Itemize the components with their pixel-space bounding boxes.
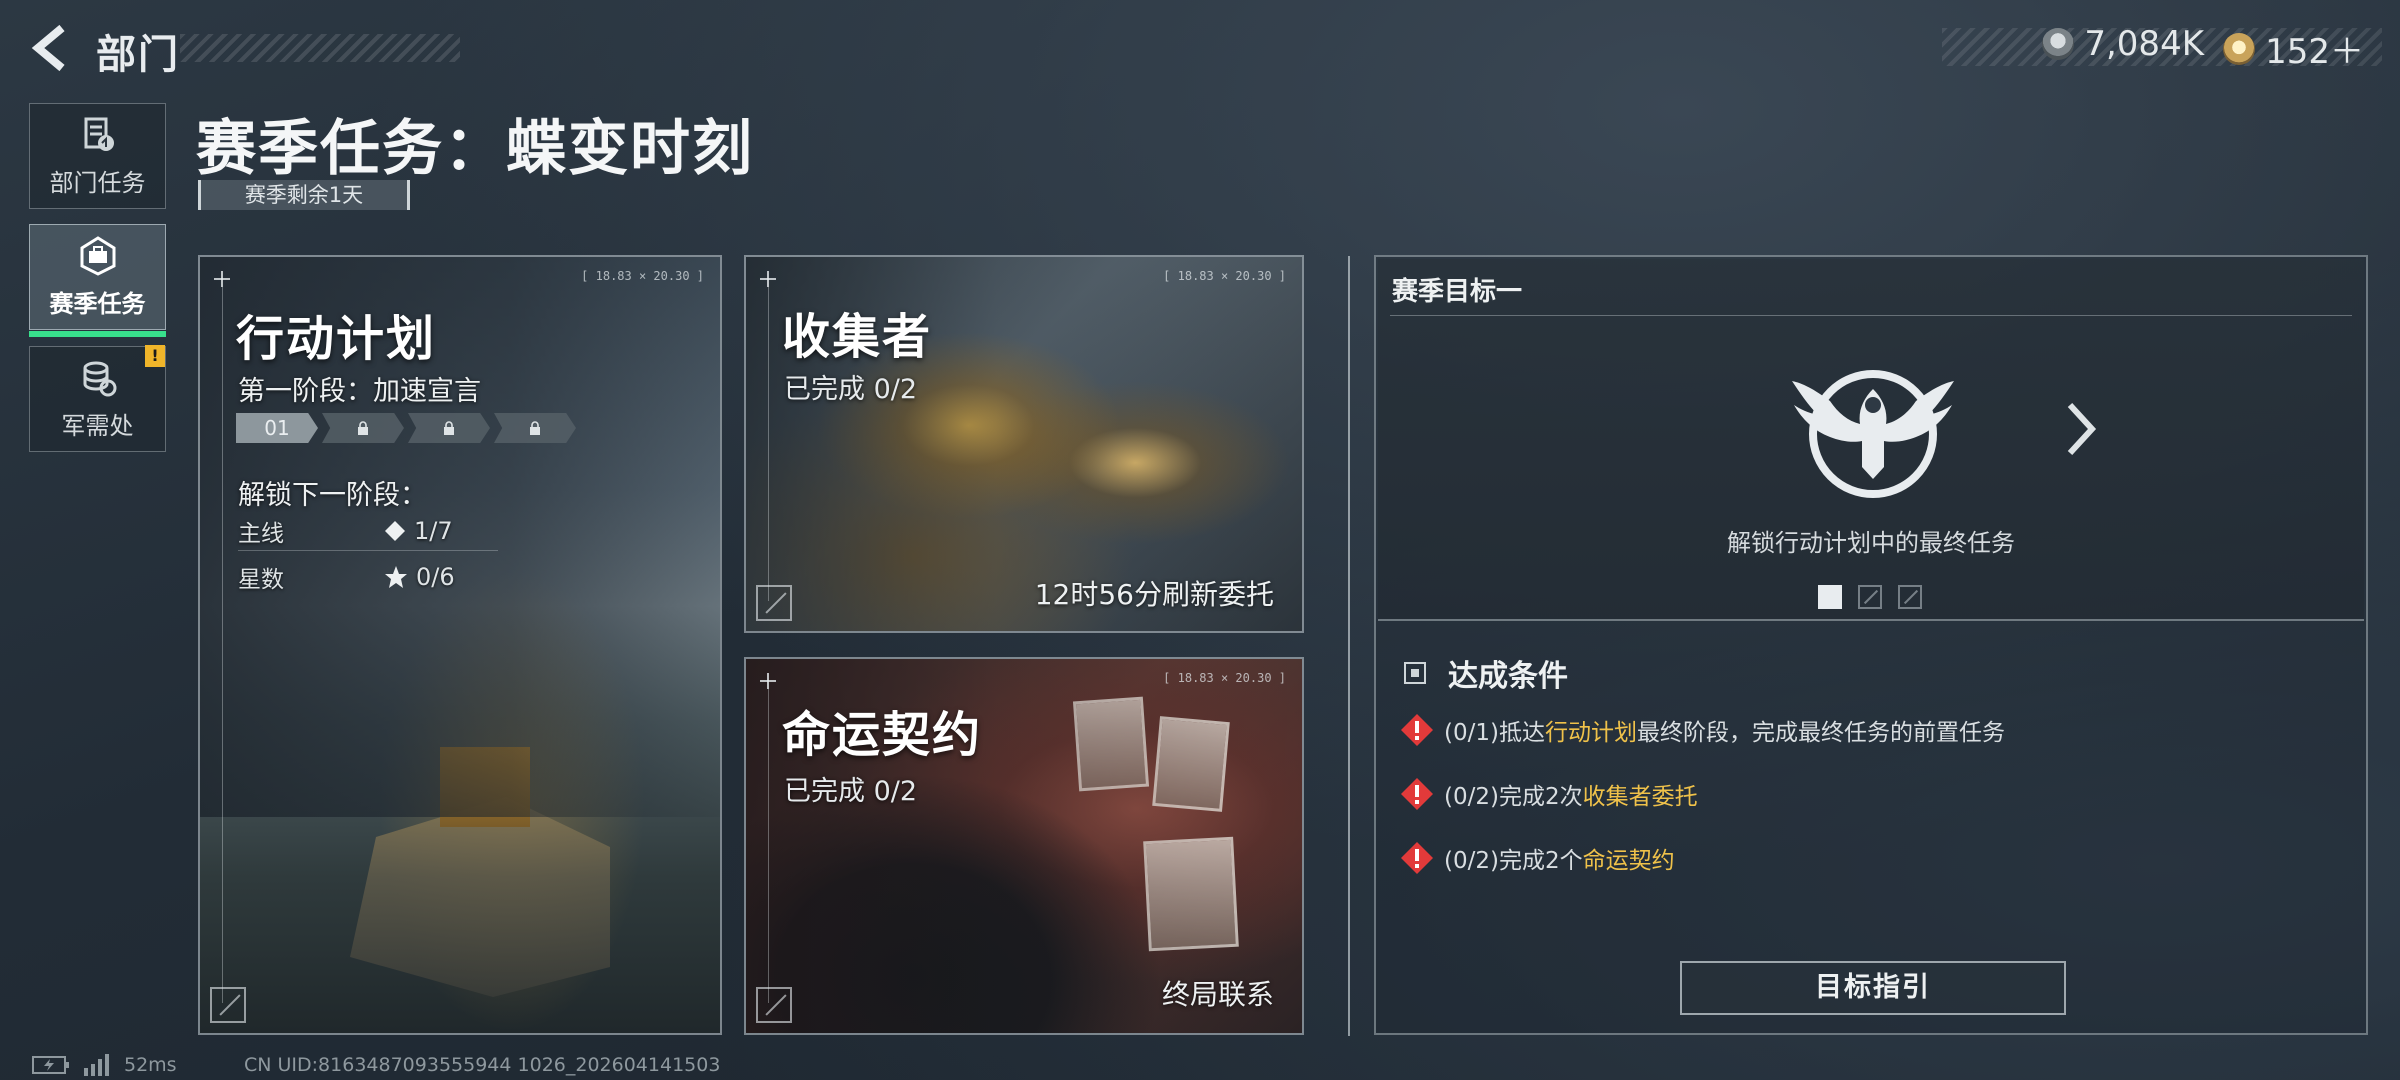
user-uid: CN UID:8163487093555944 1026_20260414150… — [244, 1054, 721, 1076]
card-guide-line — [768, 689, 769, 1003]
condition-highlight: 命运契约 — [1582, 848, 1675, 874]
condition-suffix: 最终阶段，完成最终任务的前置任务 — [1636, 720, 2005, 746]
section-title: 部门 — [96, 32, 180, 78]
fate-contract-title: 命运契约 — [782, 707, 983, 763]
fate-contract-status: 终局联系 — [1161, 978, 1274, 1011]
season-remaining-badge: 赛季剩余1天 — [198, 180, 410, 210]
requirement-key: 星数 — [238, 567, 284, 593]
sidebar-item-supply[interactable]: ! 军需处 — [29, 345, 166, 452]
collector-progress: 已完成 0/2 — [784, 374, 918, 405]
back-arrow-icon[interactable] — [26, 22, 76, 74]
unlock-next-title: 解锁下一阶段： — [238, 480, 427, 511]
square-bullet-icon — [1404, 662, 1426, 684]
condition-prefix: (0/1)抵达 — [1444, 720, 1545, 746]
sidebar-item-label: 部门任务 — [49, 168, 146, 197]
condition-highlight: 收集者委托 — [1582, 784, 1698, 810]
condition-prefix: (0/2)完成2个 — [1444, 848, 1583, 874]
crosshair-icon — [760, 271, 776, 287]
expand-corner-icon — [756, 987, 792, 1023]
stage-1-label: 01 — [264, 416, 290, 440]
stage-3-locked — [408, 413, 490, 443]
action-plan-card[interactable]: [ 18.83 × 20.30 ] 行动计划 第一阶段：加速宣言 01 解锁下一… — [198, 255, 722, 1035]
department-task-icon — [84, 117, 114, 151]
goal-pager — [1818, 585, 1922, 609]
goal-guide-button[interactable]: 目标指引 — [1680, 961, 2066, 1015]
star-icon — [385, 566, 407, 588]
eagle-emblem-icon — [1792, 370, 1954, 498]
pager-dot-2[interactable] — [1858, 585, 1882, 609]
expand-corner-icon — [756, 585, 792, 621]
fate-contract-card[interactable]: [ 18.83 × 20.30 ] 命运契约 已完成 0/2 终局联系 — [744, 657, 1304, 1035]
lock-icon — [444, 421, 454, 435]
sidebar-item-label: 军需处 — [61, 411, 134, 440]
collector-card[interactable]: [ 18.83 × 20.30 ] 收集者 已完成 0/2 12时56分刷新委托 — [744, 255, 1304, 633]
sidebar-item-department-tasks[interactable]: 部门任务 — [29, 103, 166, 209]
network-status: 52ms — [32, 1054, 177, 1076]
notification-badge: ! — [145, 345, 165, 367]
expand-corner-icon — [210, 987, 246, 1023]
card-guide-line — [768, 287, 769, 601]
page-title: 赛季任务：蝶变时刻 — [196, 114, 754, 184]
goal-description: 解锁行动计划中的最终任务 — [1727, 529, 2015, 557]
condition-highlight: 行动计划 — [1544, 720, 1637, 746]
pager-dot-3[interactable] — [1898, 585, 1922, 609]
conditions-title: 达成条件 — [1448, 659, 1568, 694]
stage-progress: 01 — [236, 413, 576, 443]
condition-item: (0/2)完成2次收集者委托 — [1400, 777, 1698, 811]
goal-title-divider — [1390, 315, 2352, 316]
top-bar: 部门 7,084K 152＋ — [0, 0, 2400, 100]
supply-coins-icon — [83, 361, 116, 396]
stage-4-locked — [494, 413, 576, 443]
requirement-value: 0/6 — [416, 563, 455, 591]
collector-title: 收集者 — [782, 309, 933, 365]
action-plan-title: 行动计划 — [236, 311, 437, 367]
phase-label: 第一阶段：加速宣言 — [238, 376, 481, 407]
requirement-value: 1/7 — [414, 516, 453, 545]
condition-item: (0/1)抵达行动计划最终阶段，完成最终任务的前置任务 — [1400, 713, 2005, 747]
collector-refresh-timer: 12时56分刷新委托 — [1034, 578, 1274, 611]
crosshair-icon — [214, 271, 230, 287]
currency-silver-value: 7,084K — [2084, 24, 2204, 64]
ping-value: 52ms — [124, 1054, 177, 1076]
card-coordinates: [ 18.83 × 20.30 ] — [581, 269, 704, 283]
crosshair-icon — [760, 673, 776, 689]
gold-coin-icon — [2223, 32, 2256, 65]
pager-dot-1[interactable] — [1818, 585, 1842, 609]
lock-icon — [358, 421, 368, 435]
sidebar-item-season-tasks[interactable]: 赛季任务 — [29, 224, 166, 337]
diamond-icon — [385, 520, 405, 541]
card-coordinates: [ 18.83 × 20.30 ] — [1163, 671, 1286, 685]
sidebar-item-label: 赛季任务 — [49, 289, 146, 318]
goal-title: 赛季目标一 — [1392, 277, 1523, 307]
battery-icon — [32, 1056, 69, 1074]
currency-silver[interactable]: 7,084K — [2042, 24, 2204, 64]
goal-showcase: 赛季目标一 解锁行动计划中的最终任务 — [1378, 259, 2364, 621]
next-arrow-icon[interactable] — [2060, 399, 2100, 459]
silver-coin-icon — [2042, 28, 2075, 60]
signal-icon — [84, 1054, 109, 1076]
currency-gold-value: 152＋ — [2265, 32, 2364, 72]
alert-icon — [1401, 778, 1433, 810]
currency-gold[interactable]: 152＋ — [2223, 24, 2364, 73]
conditions-header: 达成条件 — [1404, 651, 1568, 695]
card-coordinates: [ 18.83 × 20.30 ] — [1163, 269, 1286, 283]
alert-icon — [1401, 842, 1433, 874]
condition-item: (0/2)完成2个命运契约 — [1400, 841, 1675, 875]
panel-divider — [1348, 256, 1350, 1036]
requirement-stars: 星数 0/6 — [238, 557, 498, 597]
season-goal-panel: 赛季目标一 解锁行动计划中的最终任务 达成条件 (0/1)抵达行动计划最终阶段，… — [1374, 255, 2368, 1035]
lock-icon — [530, 421, 540, 435]
stage-1: 01 — [236, 413, 318, 443]
requirement-key: 主线 — [238, 520, 284, 547]
card-guide-line — [222, 287, 223, 1003]
requirement-main: 主线 1/7 — [238, 511, 498, 551]
stage-2-locked — [322, 413, 404, 443]
alert-icon — [1401, 714, 1433, 746]
title-decoration — [180, 34, 460, 62]
season-task-icon — [80, 235, 115, 276]
fate-contract-progress: 已完成 0/2 — [784, 776, 918, 807]
condition-prefix: (0/2)完成2次 — [1444, 784, 1583, 810]
